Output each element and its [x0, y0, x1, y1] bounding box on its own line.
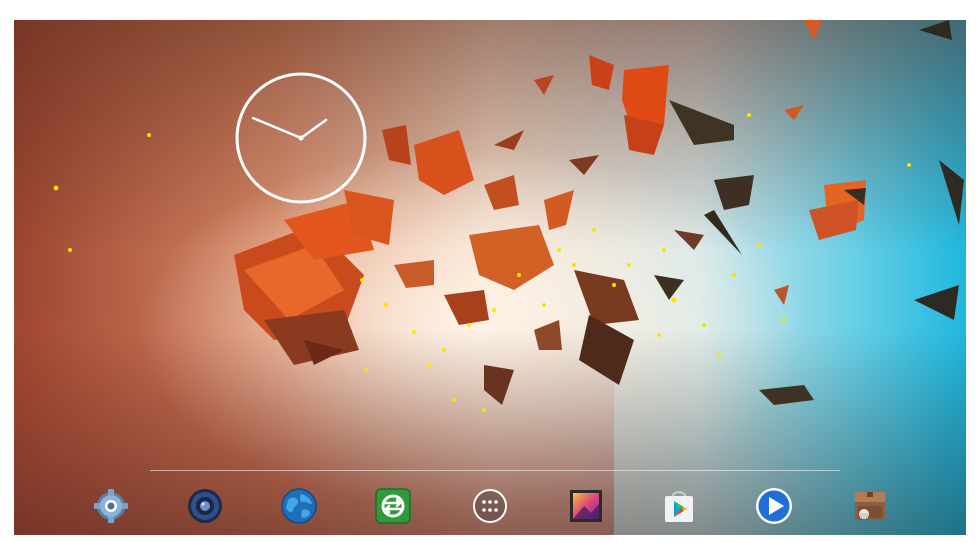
play-store-app[interactable] — [657, 484, 701, 528]
app-dock — [14, 478, 966, 535]
gallery-app[interactable] — [564, 484, 608, 528]
app-manager-icon — [375, 488, 411, 524]
video-player-app[interactable] — [752, 484, 796, 528]
wallpaper — [14, 20, 966, 535]
settings-icon — [94, 489, 128, 523]
dock-divider — [150, 470, 840, 471]
music-speaker-icon — [188, 489, 222, 523]
play-store-icon — [665, 491, 693, 522]
file-browser-icon — [855, 492, 885, 520]
file-browser-app[interactable] — [848, 484, 892, 528]
app-drawer-icon — [473, 489, 507, 523]
browser-globe-icon — [281, 488, 317, 524]
all-apps-button[interactable] — [468, 484, 512, 528]
analog-clock-widget[interactable] — [234, 71, 368, 205]
home-screen — [14, 20, 966, 535]
settings-app[interactable] — [89, 484, 133, 528]
gallery-icon — [570, 490, 602, 522]
app-manager-app[interactable] — [371, 484, 415, 528]
music-app[interactable] — [183, 484, 227, 528]
video-player-icon — [756, 488, 792, 524]
browser-app[interactable] — [277, 484, 321, 528]
